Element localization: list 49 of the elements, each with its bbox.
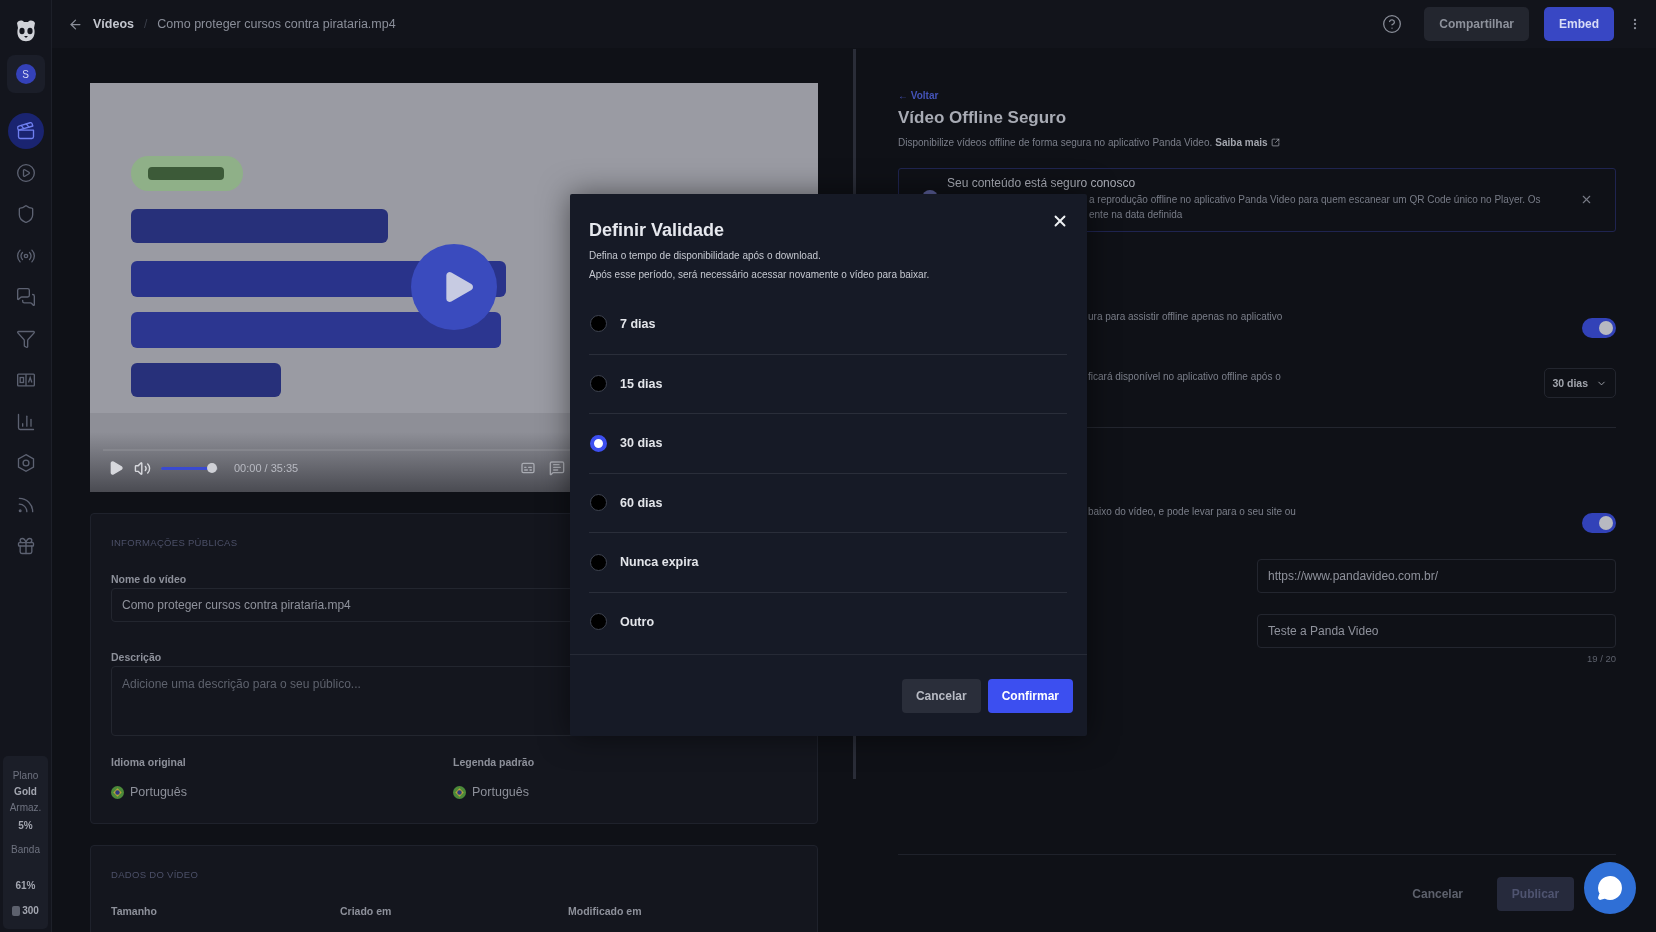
setting-description: ficará disponível no aplicativo offline após o [1088,370,1281,382]
setting-description: baixo do vídeo, e pode levar para o seu site ou [1088,505,1296,517]
language-value: Português [472,785,529,799]
language-value: Português [130,785,187,799]
plan-name: Gold [14,785,37,799]
breadcrumb-current: Como proteger cursos contra pirataria.mp4 [157,17,396,31]
breadcrumb-link[interactable]: Vídeos [93,17,134,31]
notice-text: ente na data definida [1089,208,1183,222]
validity-select[interactable]: 30 dias [1544,368,1616,398]
radio-option[interactable]: 30 dias [589,413,1067,473]
panel-description: Disponibilize vídeos offline de forma segura no aplicativo Panda Video. [898,137,1213,148]
storage-value: 5% [18,819,33,833]
share-button[interactable]: Compartilhar [1424,7,1529,41]
radio-option[interactable]: 60 dias [589,472,1067,532]
panel-title: Vídeo Offline Seguro [898,108,1068,128]
breadcrumb-separator: / [144,17,148,31]
radio-option[interactable]: Nunca expira [589,532,1067,592]
column-label: Criado em [340,905,393,917]
user-avatar[interactable]: S [15,64,36,84]
field-label: Legenda padrão [453,756,536,768]
bandwidth-value: 61% [15,879,36,893]
notice-text: a reprodução offline no aplicativo Panda Video para quem escanear um QR Code único no Player. Os [1089,193,1541,207]
dialog-title: Definir Validade [589,220,725,241]
plan-label: Plano [12,769,39,783]
playback-time: 00:00 / 35:35 [234,462,299,474]
bandwidth-label: Banda [11,843,40,857]
section-heading: DADOS DO VÍDEO [111,869,200,880]
credits-value: 300 [22,904,39,918]
cancel-button[interactable]: Cancelar [901,678,981,713]
radio-option[interactable]: 15 dias [589,353,1067,413]
text-field[interactable]: Teste a Panda Video [1257,614,1616,648]
storage-label: Armaz. [9,801,42,815]
character-counter: 19 / 20 [1586,653,1616,664]
radio-option[interactable]: Outro [589,591,1067,651]
column-label: Tamanho [111,905,158,917]
notice-title: Seu conteúdo está seguro conosco [947,176,1137,190]
confirm-button[interactable]: Confirmar [987,678,1073,713]
column-label: Modificado em [568,905,643,917]
dialog-text: Após esse período, será necessário acessar novamente o vídeo para baixar. [589,269,931,280]
radio-option[interactable]: 7 dias [589,294,1067,354]
text-field[interactable]: https://www.pandavideo.com.br/ [1257,559,1616,593]
setting-description: ura para assistir offline apenas no aplicativo [1088,310,1283,322]
dialog-text: Defina o tempo de disponibilidade após o download. [589,250,822,261]
section-heading: INFORMAÇÕES PÚBLICAS [111,537,239,548]
learn-more-link[interactable]: Saiba mais [1215,137,1280,148]
embed-button[interactable]: Embed [1544,7,1614,41]
field-label: Idioma original [111,756,187,768]
field-label: Nome do vídeo [111,573,188,585]
field-label: Descrição [111,651,163,663]
